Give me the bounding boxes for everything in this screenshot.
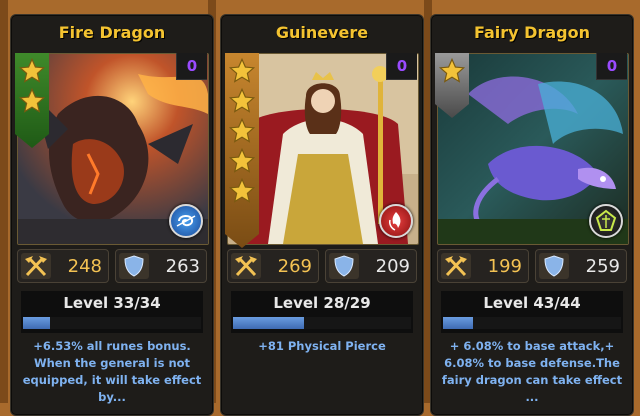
stats-row: 269 209 [227, 249, 417, 283]
crossed-axes-icon [441, 253, 471, 279]
flame-emblem-icon [379, 204, 413, 238]
star-icon [18, 57, 46, 85]
star-ribbon [15, 53, 49, 148]
card-name: Fairy Dragon [474, 23, 590, 42]
attack-stat: 269 [227, 249, 319, 283]
star-icon [228, 87, 256, 115]
star-icon [228, 57, 256, 85]
stats-row: 199 259 [437, 249, 627, 283]
star-icon [438, 57, 466, 85]
leaf-emblem-icon [589, 204, 623, 238]
defense-value: 209 [375, 256, 410, 277]
background-stripe-left [0, 0, 8, 403]
star-icon [18, 87, 46, 115]
general-card-fairy-dragon[interactable]: Fairy Dragon 0 199 259 Level 43/44 + 6.0… [430, 14, 634, 416]
defense-stat: 209 [325, 249, 417, 283]
level-label: Level 33/34 [63, 294, 161, 312]
card-description: +6.53% all runes bonus. When the general… [22, 339, 202, 404]
level-box: Level 43/44 [441, 291, 623, 333]
star-icon [228, 147, 256, 175]
shield-icon [539, 253, 569, 279]
count-badge: 0 [176, 53, 207, 80]
xp-bar [23, 317, 201, 329]
xp-fill [233, 317, 305, 329]
attack-stat: 248 [17, 249, 109, 283]
spiral-wave-icon [169, 204, 203, 238]
xp-fill [23, 317, 50, 329]
star-icon [228, 177, 256, 205]
card-description: + 6.08% to base attack,+ 6.08% to base d… [441, 339, 623, 404]
xp-fill [443, 317, 474, 329]
attack-value: 269 [277, 256, 312, 277]
count-badge: 0 [596, 53, 627, 80]
defense-value: 259 [585, 256, 620, 277]
count-badge: 0 [386, 53, 417, 80]
level-box: Level 33/34 [21, 291, 203, 333]
card-description: +81 Physical Pierce [258, 339, 386, 353]
shield-icon [119, 253, 149, 279]
card-name: Fire Dragon [58, 23, 166, 42]
xp-bar [233, 317, 411, 329]
stats-row: 248 263 [17, 249, 207, 283]
general-card-fire-dragon[interactable]: Fire Dragon 0 248 263 Level 33/34 +6.53%… [10, 14, 214, 416]
star-icon [228, 117, 256, 145]
attack-value: 199 [487, 256, 522, 277]
shield-icon [329, 253, 359, 279]
level-label: Level 28/29 [273, 294, 371, 312]
level-box: Level 28/29 [231, 291, 413, 333]
attack-value: 248 [67, 256, 102, 277]
crossed-axes-icon [231, 253, 261, 279]
defense-stat: 263 [115, 249, 207, 283]
xp-bar [443, 317, 621, 329]
crossed-axes-icon [21, 253, 51, 279]
level-label: Level 43/44 [483, 294, 581, 312]
card-name: Guinevere [275, 23, 369, 42]
attack-stat: 199 [437, 249, 529, 283]
star-ribbon [225, 53, 259, 248]
defense-stat: 259 [535, 249, 627, 283]
defense-value: 263 [165, 256, 200, 277]
general-card-guinevere[interactable]: Guinevere 0 269 209 Level 28/29 +81 Phys… [220, 14, 424, 416]
